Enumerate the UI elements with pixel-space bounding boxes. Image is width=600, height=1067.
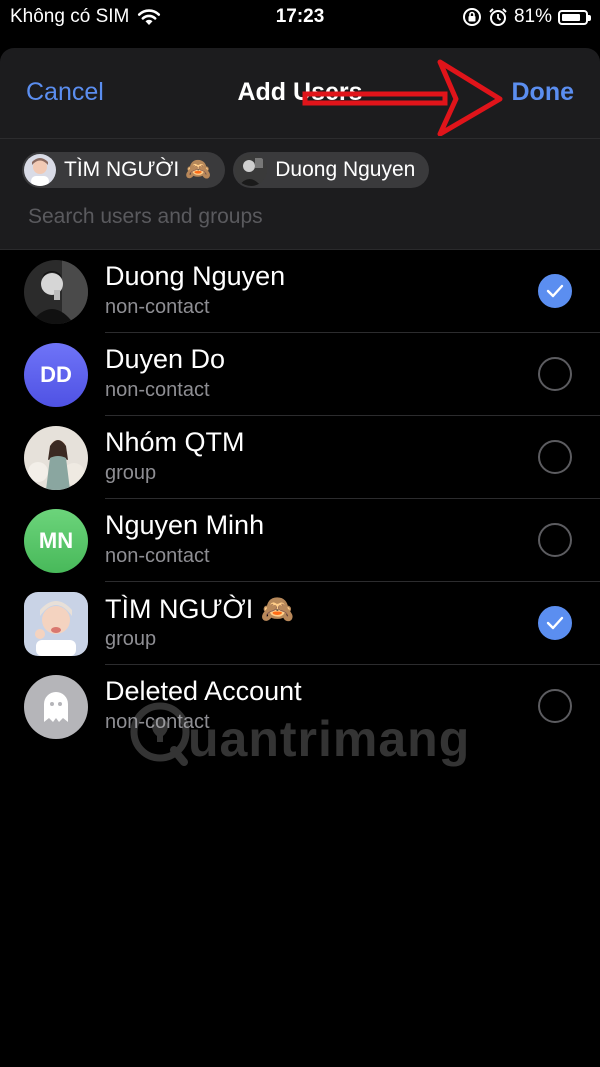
user-subtitle: non-contact (105, 711, 210, 733)
avatar-initials: MN (38, 528, 74, 553)
avatar (24, 154, 56, 186)
chip-label: Duong Nguyen (275, 158, 416, 181)
chip-label: TÌM NGƯỜI 🙈 (64, 158, 212, 181)
selection-checkbox[interactable] (538, 606, 572, 640)
user-subtitle: non-contact (105, 379, 210, 401)
user-name: Duyen Do (105, 344, 226, 374)
user-subtitle: group (105, 462, 157, 484)
user-subtitle: non-contact (105, 296, 210, 318)
user-subtitle: non-contact (105, 545, 210, 567)
user-name: Deleted Account (105, 676, 302, 706)
avatar (24, 592, 88, 656)
selected-chips: TÌM NGƯỜI 🙈 Duong Nguyen (22, 152, 430, 188)
selection-checkbox[interactable] (538, 689, 572, 723)
status-right: 81% (462, 6, 591, 28)
user-subtitle: group (105, 628, 157, 650)
rotation-lock-icon (462, 8, 481, 26)
list-item[interactable]: Duong Nguyen non-contact (0, 250, 600, 333)
selection-checkbox[interactable] (538, 274, 572, 308)
token-input-area: TÌM NGƯỜI 🙈 Duong Nguyen (0, 139, 600, 250)
selection-checkbox[interactable] (538, 357, 572, 391)
checkmark-icon (546, 284, 564, 298)
avatar (24, 426, 88, 490)
battery-percent: 81% (513, 6, 552, 27)
red-arrow-annotation (302, 59, 503, 136)
nav-bar: Cancel Add Users Done (0, 48, 600, 139)
battery-fill (562, 13, 580, 21)
chip-duong-nguyen[interactable]: Duong Nguyen (233, 152, 430, 188)
ghost-icon (44, 692, 68, 722)
done-button[interactable]: Done (512, 78, 575, 107)
status-bar: Không có SIM 17:23 81% (0, 0, 600, 34)
checkmark-icon (546, 616, 564, 630)
avatar (24, 675, 88, 739)
avatar: DD (24, 343, 88, 407)
list-item[interactable]: TÌM NGƯỜI 🙈 group (0, 582, 600, 665)
avatar (24, 260, 88, 324)
list-item[interactable]: Nhóm QTM group (0, 416, 600, 499)
selection-checkbox[interactable] (538, 523, 572, 557)
user-list: Duong Nguyen non-contact DD Duyen Do non… (0, 250, 600, 748)
list-item[interactable]: Deleted Account non-contact (0, 665, 600, 748)
search-input[interactable] (26, 201, 570, 233)
group-name: TÌM NGƯỜI 🙈 (105, 594, 295, 624)
avatar-initials: DD (40, 362, 72, 387)
user-name: Duong Nguyen (105, 261, 286, 291)
chip-tim-nguoi[interactable]: TÌM NGƯỜI 🙈 (22, 152, 226, 188)
selection-checkbox[interactable] (538, 440, 572, 474)
user-name: Nguyen Minh (105, 510, 265, 540)
avatar: MN (24, 509, 88, 573)
group-name: Nhóm QTM (105, 427, 245, 457)
list-item[interactable]: MN Nguyen Minh non-contact (0, 499, 600, 582)
alarm-icon (489, 8, 507, 26)
avatar (235, 154, 268, 186)
list-item[interactable]: DD Duyen Do non-contact (0, 333, 600, 416)
battery-icon (558, 9, 591, 25)
add-users-sheet: Cancel Add Users Done TÌM NGƯỜI 🙈 Duong … (0, 48, 600, 1067)
